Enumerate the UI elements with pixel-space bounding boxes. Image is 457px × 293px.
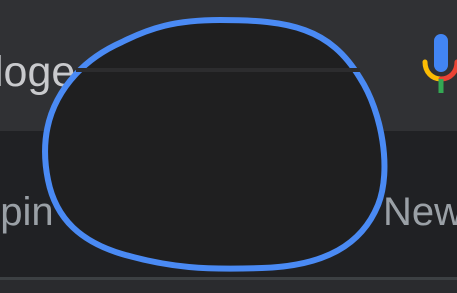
screen: loge ppin New	[0, 0, 457, 293]
touch-highlight-blob	[42, 16, 388, 272]
